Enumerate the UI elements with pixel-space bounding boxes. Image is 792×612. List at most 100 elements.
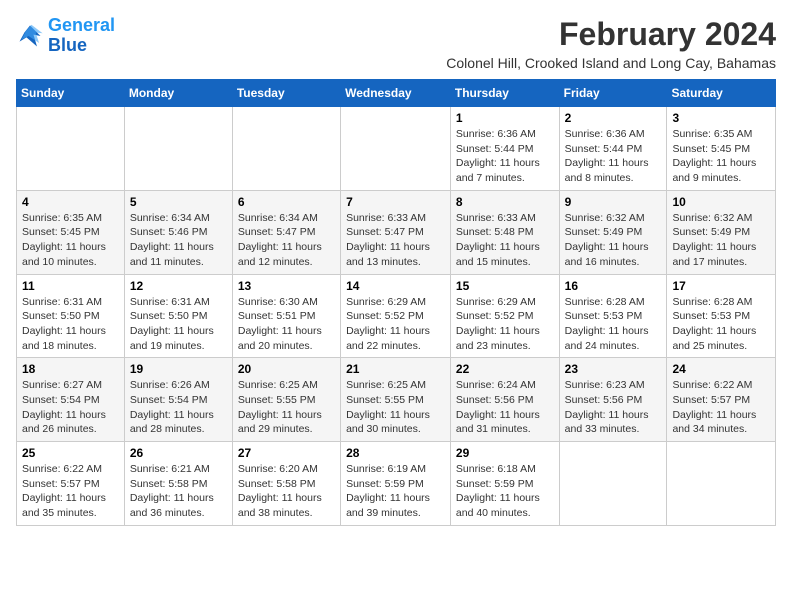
day-number: 6 xyxy=(238,195,335,209)
calendar-cell xyxy=(124,107,232,191)
day-info: Sunrise: 6:19 AMSunset: 5:59 PMDaylight:… xyxy=(346,462,445,521)
day-number: 25 xyxy=(22,446,119,460)
calendar-cell: 16Sunrise: 6:28 AMSunset: 5:53 PMDayligh… xyxy=(559,274,667,358)
day-number: 9 xyxy=(565,195,662,209)
calendar-cell xyxy=(232,107,340,191)
calendar-cell: 18Sunrise: 6:27 AMSunset: 5:54 PMDayligh… xyxy=(17,358,125,442)
calendar-cell: 13 Sunrise: 6:30 AMSunset: 5:51 PMDayligh… xyxy=(232,274,340,358)
day-of-week-header: Tuesday xyxy=(232,80,340,107)
calendar-cell: 25 Sunrise: 6:22 AMSunset: 5:57 PMDayligh… xyxy=(17,442,125,526)
day-number: 26 xyxy=(130,446,227,460)
day-info: Sunrise: 6:34 AMSunset: 5:47 PMDaylight:… xyxy=(238,211,335,270)
calendar-cell: 20 Sunrise: 6:25 AMSunset: 5:55 PMDayligh… xyxy=(232,358,340,442)
calendar-table: SundayMondayTuesdayWednesdayThursdayFrid… xyxy=(16,79,776,526)
day-info: Sunrise: 6:21 AMSunset: 5:58 PMDaylight:… xyxy=(130,462,227,521)
day-number: 27 xyxy=(238,446,335,460)
day-number: 7 xyxy=(346,195,445,209)
day-info: Sunrise: 6:24 AMSunset: 5:56 PMDaylight:… xyxy=(456,378,554,437)
day-info: Sunrise: 6:30 AMSunset: 5:51 PMDaylight:… xyxy=(238,295,335,354)
day-number: 29 xyxy=(456,446,554,460)
calendar-cell: 11 Sunrise: 6:31 AMSunset: 5:50 PMDayligh… xyxy=(17,274,125,358)
calendar-cell: 5 Sunrise: 6:34 AMSunset: 5:46 PMDaylight… xyxy=(124,190,232,274)
day-info: Sunrise: 6:29 AMSunset: 5:52 PMDaylight:… xyxy=(346,295,445,354)
calendar-cell: 8Sunrise: 6:33 AMSunset: 5:48 PMDaylight… xyxy=(450,190,559,274)
day-number: 1 xyxy=(456,111,554,125)
day-info: Sunrise: 6:32 AMSunset: 5:49 PMDaylight:… xyxy=(565,211,662,270)
day-info: Sunrise: 6:20 AMSunset: 5:58 PMDaylight:… xyxy=(238,462,335,521)
calendar-cell: 6 Sunrise: 6:34 AMSunset: 5:47 PMDaylight… xyxy=(232,190,340,274)
calendar-cell: 17 Sunrise: 6:28 AMSunset: 5:53 PMDayligh… xyxy=(667,274,776,358)
day-info: Sunrise: 6:28 AMSunset: 5:53 PMDaylight:… xyxy=(672,295,770,354)
day-number: 3 xyxy=(672,111,770,125)
day-info: Sunrise: 6:25 AMSunset: 5:55 PMDaylight:… xyxy=(346,378,445,437)
day-info: Sunrise: 6:22 AMSunset: 5:57 PMDaylight:… xyxy=(672,378,770,437)
day-number: 13 xyxy=(238,279,335,293)
day-info: Sunrise: 6:27 AMSunset: 5:54 PMDaylight:… xyxy=(22,378,119,437)
calendar-cell: 15 Sunrise: 6:29 AMSunset: 5:52 PMDayligh… xyxy=(450,274,559,358)
day-info: Sunrise: 6:25 AMSunset: 5:55 PMDaylight:… xyxy=(238,378,335,437)
day-number: 28 xyxy=(346,446,445,460)
calendar-cell: 9 Sunrise: 6:32 AMSunset: 5:49 PMDaylight… xyxy=(559,190,667,274)
calendar-header-row: SundayMondayTuesdayWednesdayThursdayFrid… xyxy=(17,80,776,107)
calendar-cell: 1Sunrise: 6:36 AMSunset: 5:44 PMDaylight… xyxy=(450,107,559,191)
calendar-cell: 29 Sunrise: 6:18 AMSunset: 5:59 PMDayligh… xyxy=(450,442,559,526)
calendar-week-row: 18Sunrise: 6:27 AMSunset: 5:54 PMDayligh… xyxy=(17,358,776,442)
calendar-week-row: 25 Sunrise: 6:22 AMSunset: 5:57 PMDayligh… xyxy=(17,442,776,526)
day-number: 23 xyxy=(565,362,662,376)
subtitle: Colonel Hill, Crooked Island and Long Ca… xyxy=(446,55,776,71)
day-number: 4 xyxy=(22,195,119,209)
day-number: 20 xyxy=(238,362,335,376)
day-info: Sunrise: 6:32 AMSunset: 5:49 PMDaylight:… xyxy=(672,211,770,270)
day-of-week-header: Friday xyxy=(559,80,667,107)
day-info: Sunrise: 6:23 AMSunset: 5:56 PMDaylight:… xyxy=(565,378,662,437)
day-number: 21 xyxy=(346,362,445,376)
day-info: Sunrise: 6:34 AMSunset: 5:46 PMDaylight:… xyxy=(130,211,227,270)
calendar-cell: 22 Sunrise: 6:24 AMSunset: 5:56 PMDayligh… xyxy=(450,358,559,442)
calendar-cell: 28 Sunrise: 6:19 AMSunset: 5:59 PMDayligh… xyxy=(341,442,451,526)
day-number: 12 xyxy=(130,279,227,293)
calendar-week-row: 4 Sunrise: 6:35 AMSunset: 5:45 PMDaylight… xyxy=(17,190,776,274)
logo-text: General Blue xyxy=(48,16,115,56)
main-title: February 2024 xyxy=(446,16,776,53)
calendar-cell: 24 Sunrise: 6:22 AMSunset: 5:57 PMDayligh… xyxy=(667,358,776,442)
day-number: 24 xyxy=(672,362,770,376)
day-number: 19 xyxy=(130,362,227,376)
calendar-cell: 12 Sunrise: 6:31 AMSunset: 5:50 PMDayligh… xyxy=(124,274,232,358)
day-of-week-header: Thursday xyxy=(450,80,559,107)
calendar-week-row: 1 Sunrise: 6:36 AMSunset: 5:44 PMDaylight… xyxy=(17,107,776,191)
calendar-cell: 21 Sunrise: 6:25 AMSunset: 5:55 PMDayligh… xyxy=(341,358,451,442)
calendar-cell: 26 Sunrise: 6:21 AMSunset: 5:58 PMDayligh… xyxy=(124,442,232,526)
day-info: Sunrise: 6:35 AMSunset: 5:45 PMDaylight:… xyxy=(672,127,770,186)
day-of-week-header: Wednesday xyxy=(341,80,451,107)
day-number: 2 xyxy=(565,111,662,125)
calendar-cell: 2 Sunrise: 6:36 AMSunset: 5:44 PMDaylight… xyxy=(559,107,667,191)
day-of-week-header: Sunday xyxy=(17,80,125,107)
day-info: Sunrise: 6:29 AMSunset: 5:52 PMDaylight:… xyxy=(456,295,554,354)
day-number: 15 xyxy=(456,279,554,293)
day-info: Sunrise: 6:36 AMSunset: 5:44 PMDaylight:… xyxy=(565,127,662,186)
calendar-cell: 4 Sunrise: 6:35 AMSunset: 5:45 PMDaylight… xyxy=(17,190,125,274)
day-number: 16 xyxy=(565,279,662,293)
logo: General Blue xyxy=(16,16,115,56)
day-info: Sunrise: 6:18 AMSunset: 5:59 PMDaylight:… xyxy=(456,462,554,521)
calendar-week-row: 11 Sunrise: 6:31 AMSunset: 5:50 PMDayligh… xyxy=(17,274,776,358)
day-info: Sunrise: 6:33 AMSunset: 5:48 PMDaylight:… xyxy=(456,211,554,270)
logo-icon xyxy=(16,22,44,50)
day-info: Sunrise: 6:22 AMSunset: 5:57 PMDaylight:… xyxy=(22,462,119,521)
day-info: Sunrise: 6:31 AMSunset: 5:50 PMDaylight:… xyxy=(22,295,119,354)
page-header: General Blue February 2024 Colonel Hill,… xyxy=(16,16,776,71)
calendar-cell: 27 Sunrise: 6:20 AMSunset: 5:58 PMDayligh… xyxy=(232,442,340,526)
day-number: 17 xyxy=(672,279,770,293)
calendar-cell: 3 Sunrise: 6:35 AMSunset: 5:45 PMDaylight… xyxy=(667,107,776,191)
day-info: Sunrise: 6:31 AMSunset: 5:50 PMDaylight:… xyxy=(130,295,227,354)
day-info: Sunrise: 6:35 AMSunset: 5:45 PMDaylight:… xyxy=(22,211,119,270)
day-number: 11 xyxy=(22,279,119,293)
day-info: Sunrise: 6:26 AMSunset: 5:54 PMDaylight:… xyxy=(130,378,227,437)
day-info: Sunrise: 6:33 AMSunset: 5:47 PMDaylight:… xyxy=(346,211,445,270)
day-of-week-header: Saturday xyxy=(667,80,776,107)
day-number: 5 xyxy=(130,195,227,209)
title-block: February 2024 Colonel Hill, Crooked Isla… xyxy=(446,16,776,71)
day-number: 22 xyxy=(456,362,554,376)
calendar-cell xyxy=(559,442,667,526)
calendar-cell xyxy=(667,442,776,526)
